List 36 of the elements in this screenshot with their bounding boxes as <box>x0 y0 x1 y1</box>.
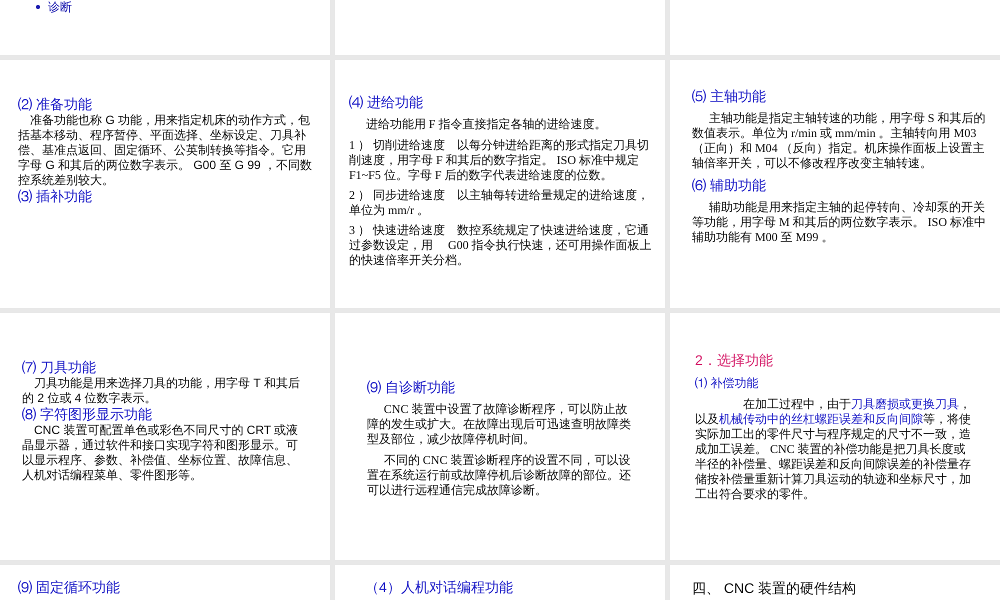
slide-paragraph: 进给功能用 F 指令直接指定各轴的进给速度。 <box>364 117 608 132</box>
slide-heading: ⑹ 辅助功能 <box>692 177 767 194</box>
slide-paragraph: 1 ） 切削进给速度 以每分钟进给距离的形式指定刀具切削速度，用字母 F 和其后的数字指定。 ISO 标准中规定 F1~F5 位。字母 F 后的数字代表进给速度的位数。 <box>349 138 650 183</box>
slide-thumbnail[interactable]: ⑺ 刀具功能 刀具功能是用来选择刀具的功能，用字母 T 和其后的 2 位或 4 位数字表示。 ⑻ 字符图形显示功能 CNC 装置可配置单色或彩色不同尺寸的 CRT 或液晶显示器，通过软件和接口实现字符和图形显示。可以显示程序、参数、补偿值、坐标位置、故障信息、人机对话编程菜单、零件图形等。 <box>0 313 330 560</box>
slide-paragraph: 在加工过程中，由于刀具磨损或更换刀具，以及机械传动中的丝杠螺距误差和反向间隙等，将使实际加工出的零件尺寸与程序规定的尺寸不一致，造成加工误差。 CNC 装置的补偿功能是把刀具长度或半径的补偿量、螺距误差和反向间隙误差的补偿量存储按补偿量重新计算刀具运动的轨迹和坐标尺寸，加工出符合要求的零件。 <box>695 397 972 502</box>
slide-heading: ⑺ 刀具功能 <box>22 359 97 376</box>
slide-heading: ⑶ 插补功能 <box>18 188 93 205</box>
slide-subheading: ⑴ 补偿功能 <box>695 375 760 391</box>
bullet-text: 诊断 <box>48 0 72 14</box>
slide-paragraph: 辅助功能是用来指定主轴的起停转向、冷却泵的开关等功能，用字母 M 和其后的两位数字表示。 ISO 标准中辅助功能有 M00 至 M99 。 <box>692 200 988 245</box>
slide-paragraph: 主轴功能是指定主轴转速的功能，用字母 S 和其后的数值表示。单位为 r/min 或 mm/min 。主轴转向用 M03 （正向）和 M04 （反向）指定。机床操作面板上设置主轴倍率开关，可以不修改程序改变主轴转速。 <box>692 111 986 171</box>
slide-heading: ⑻ 字符图形显示功能 <box>22 406 153 423</box>
slide-paragraph: 不同的 CNC 装置诊断程序的设置不同，可以设置在系统运行前或故障停机后诊断故障的部位。还可以进行远程通信完成故障诊断。 <box>367 453 632 498</box>
slide-heading: ⑼ 自诊断功能 <box>367 379 456 396</box>
slide-paragraph: 刀具功能是用来选择刀具的功能，用字母 T 和其后的 2 位或 4 位数字表示。 <box>22 376 301 406</box>
slide-paragraph: 2 ） 同步进给速度 以主轴每转进给量规定的进给速度，单位为 mm/r 。 <box>349 188 650 218</box>
slide-thumbnail[interactable]: 四、 CNC 装置的硬件结构 <box>670 565 1000 600</box>
slide-heading: （4）人机对话编程功能 <box>365 579 514 596</box>
slide-heading: ⑼ 固定循环功能 <box>18 579 121 596</box>
slide-thumbnail[interactable]: （4）人机对话编程功能 <box>335 565 665 600</box>
section-heading: 2．选择功能 <box>695 351 774 369</box>
slide-paragraph: 3 ） 快速进给速度 数控系统规定了快速进给速度，它通过参数设定，用 G00 指令执行快速，还可用操作面板上的快速倍率开关分档。 <box>349 223 653 268</box>
slide-paragraph: CNC 装置可配置单色或彩色不同尺寸的 CRT 或液晶显示器，通过软件和接口实现字符和图形显示。可以显示程序、参数、补偿值、坐标位置、故障信息、人机对话编程菜单、零件图形等。 <box>22 423 300 483</box>
slide-thumbnail[interactable]: ⑼ 固定循环功能 <box>0 565 330 600</box>
slide-heading: ⑸ 主轴功能 <box>692 88 767 105</box>
slide-heading: ⑵ 准备功能 <box>18 96 93 113</box>
slide-paragraph: CNC 装置中设置了故障诊断程序，可以防止故障的发生或扩大。在故障出现后可迅速查明故障类型及部位，减少故障停机时间。 <box>367 402 632 447</box>
slide-title: 四、 CNC 装置的硬件结构 <box>692 579 858 597</box>
slide-thumbnail[interactable]: 2．选择功能 ⑴ 补偿功能 在加工过程中，由于刀具磨损或更换刀具，以及机械传动中的丝杠螺距误差和反向间隙等，将使实际加工出的零件尺寸与程序规定的尺寸不一致，造成加工误差。 CNC 装置的补偿功能是把刀具长度或半径的补偿量、螺距误差和反向间隙误差的补偿量存储按补偿量重新计算刀具运动的轨迹和坐标尺寸，加工出符合要求的零件。 <box>670 313 1000 560</box>
slide-thumbnail[interactable]: ⑼ 自诊断功能 CNC 装置中设置了故障诊断程序，可以防止故障的发生或扩大。在故障出现后可迅速查明故障类型及部位，减少故障停机时间。 不同的 CNC 装置诊断程序的设置不同，可以设置在系统运行前或故障停机后诊断故障的部位。还可以进行远程通信完成故障诊断。 <box>335 313 665 560</box>
slide-heading: ⑷ 进给功能 <box>349 94 424 111</box>
slide-thumbnail[interactable]: ⑸ 主轴功能 主轴功能是指定主轴转速的功能，用字母 S 和其后的数值表示。单位为 r/min 或 mm/min 。主轴转向用 M03 （正向）和 M04 （反向）指定。机床操作面板上设置主轴倍率开关，可以不修改程序改变主轴转速。 ⑹ 辅助功能 辅助功能是用来指定主轴的起停转向、冷却泵的开关等功能，用字母 M 和其后的两位数字表示。 ISO 标准中辅助功能有 M00 至 M99 。 <box>670 60 1000 308</box>
bullet-icon <box>36 5 40 9</box>
slide-paragraph: 准备功能也称 G 功能，用来指定机床的动作方式，包括基本移动、程序暂停、平面选择、坐标设定、刀具补偿、基准点返回、固定循环、公英制转换等指令。它用字母 G 和其后的两位数字表示。 G00 至 G 99 ，不同数控系统差别较大。 <box>18 113 314 188</box>
slide-thumbnail[interactable]: 诊断 <box>0 0 330 55</box>
slide-thumbnail[interactable]: ⑵ 准备功能 准备功能也称 G 功能，用来指定机床的动作方式，包括基本移动、程序暂停、平面选择、坐标设定、刀具补偿、基准点返回、固定循环、公英制转换等指令。它用字母 G 和其后的两位数字表示。 G00 至 G 99 ，不同数控系统差别较大。 ⑶ 插补功能 <box>0 60 330 308</box>
